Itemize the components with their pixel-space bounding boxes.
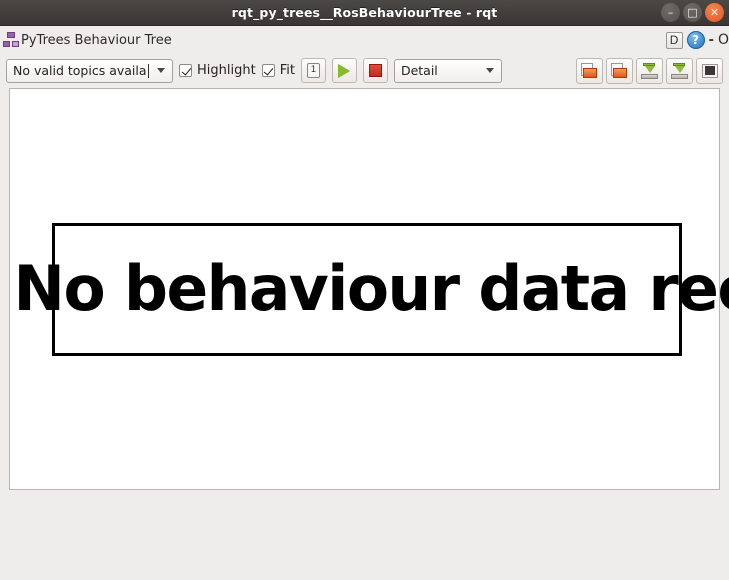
close-button[interactable]: ✕ [705, 3, 724, 22]
open-folder-icon [581, 62, 598, 79]
stop-icon [368, 64, 382, 77]
save-bag-button[interactable] [636, 57, 663, 84]
close-icon: ✕ [709, 6, 720, 19]
save-file-button[interactable] [666, 57, 693, 84]
rqt-main-window: rqt_py_trees__RosBehaviourTree - rqt – □… [0, 0, 729, 580]
highlight-checkbox-label: Highlight [197, 63, 256, 78]
save-image-button[interactable] [696, 57, 723, 84]
open-folder-icon [611, 62, 628, 79]
play-button[interactable] [331, 58, 357, 83]
toolbar-file-actions [576, 57, 723, 84]
chevron-down-icon [485, 68, 494, 73]
dock-overflow-label: O [717, 32, 729, 48]
zoom-reset-button[interactable]: 1 [300, 58, 326, 83]
image-export-icon [701, 63, 718, 78]
maximize-button[interactable]: □ [683, 3, 702, 22]
topic-combo-cursor [147, 63, 149, 78]
maximize-icon: □ [687, 6, 698, 19]
window-controls: – □ ✕ [661, 3, 724, 22]
open-bag-button[interactable] [576, 57, 603, 84]
minimize-button[interactable]: – [661, 3, 680, 22]
stop-button[interactable] [362, 58, 388, 83]
save-download-icon [671, 62, 688, 79]
checkbox-icon [261, 64, 275, 77]
dock-widget-title: PyTrees Behaviour Tree [21, 32, 172, 48]
open-file-button[interactable] [606, 57, 633, 84]
save-download-icon [641, 62, 658, 79]
dock-float-button[interactable]: D [665, 31, 683, 49]
chevron-down-icon [157, 68, 165, 73]
zoom-one-icon: 1 [306, 63, 320, 78]
dock-minimize-label: - [708, 32, 714, 48]
topic-combo-value: No valid topics availa [13, 63, 147, 78]
highlight-checkbox[interactable]: Highlight [179, 63, 256, 78]
window-title: rqt_py_trees__RosBehaviourTree - rqt [231, 5, 498, 20]
window-titlebar[interactable]: rqt_py_trees__RosBehaviourTree - rqt – □… [0, 0, 729, 26]
checkbox-icon [179, 64, 192, 77]
plugin-toolbar: No valid topics availa Highlight Fit 1 D… [0, 54, 729, 87]
dock-widget-actions: D ? - O [665, 31, 729, 49]
dock-widget-header: PyTrees Behaviour Tree D ? - O [0, 26, 729, 54]
no-data-message: No behaviour data received [13, 252, 729, 325]
plugin-icon [3, 32, 19, 48]
fit-checkbox-label: Fit [279, 63, 295, 78]
play-icon [338, 63, 351, 78]
fit-checkbox[interactable]: Fit [261, 63, 295, 78]
topic-combo-box[interactable]: No valid topics availa [6, 58, 173, 83]
timeline-bar: ❘‹ ‹ › ›❘ CSDN @郭老二 [0, 494, 729, 580]
help-icon[interactable]: ? [686, 31, 705, 49]
behaviour-tree-canvas[interactable]: No behaviour data received [9, 88, 729, 490]
detail-combo-box[interactable]: Detail [393, 58, 502, 83]
minimize-icon: – [667, 6, 674, 19]
detail-combo-value: Detail [400, 63, 438, 78]
